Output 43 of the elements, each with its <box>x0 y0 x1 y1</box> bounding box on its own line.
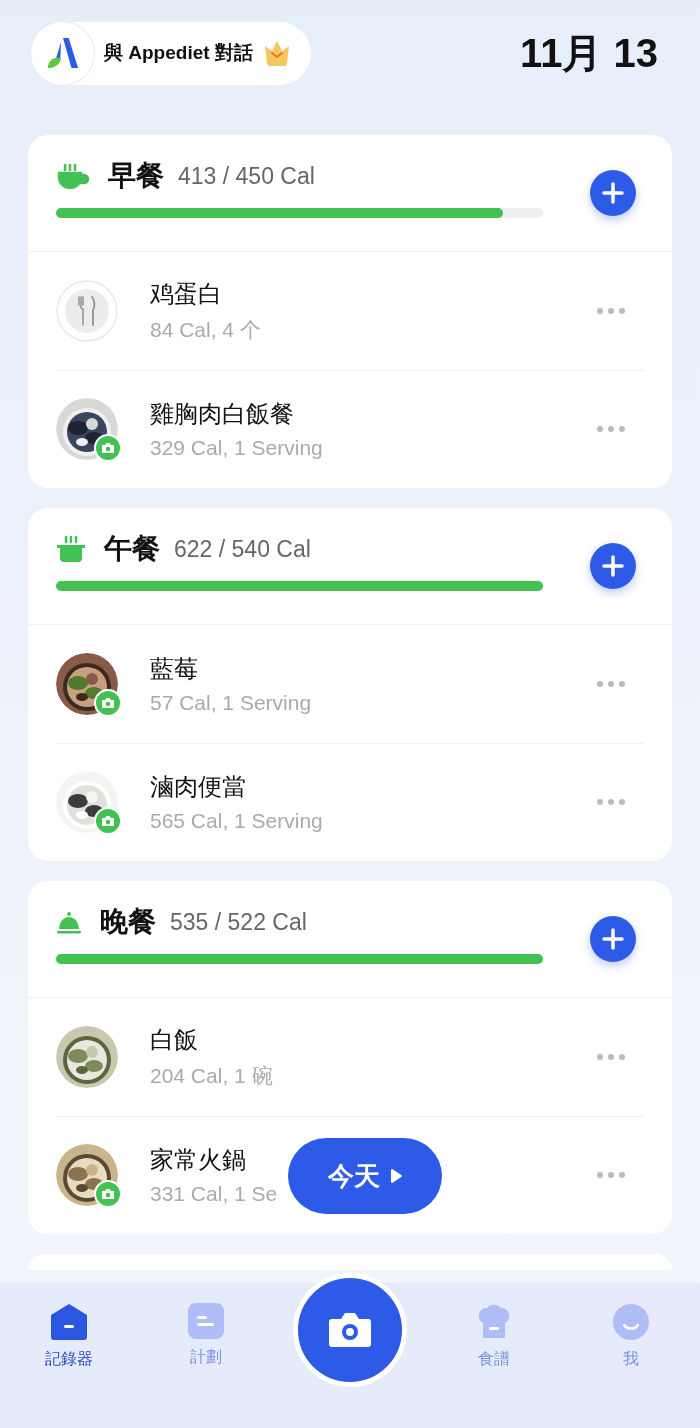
add-button[interactable] <box>590 170 636 216</box>
calorie-count: 535 / 522 Cal <box>170 908 307 936</box>
more-icon[interactable] <box>596 680 626 688</box>
more-icon[interactable] <box>596 1171 626 1179</box>
plus-icon <box>602 928 624 950</box>
food-calories: 331 Cal, 1 Se <box>150 1182 278 1206</box>
list-icon <box>188 1303 225 1339</box>
smiley-icon <box>612 1303 651 1341</box>
add-button[interactable] <box>590 916 636 962</box>
today-button[interactable]: 今天 <box>288 1138 442 1214</box>
app-logo <box>45 36 80 70</box>
calorie-count: 622 / 540 Cal <box>174 535 311 563</box>
food-name: 鸡蛋白 <box>150 279 223 309</box>
food-name: 藍莓 <box>150 654 199 684</box>
meal-title: 晚餐 <box>100 905 156 939</box>
nav-tab[interactable]: 記錄器 <box>0 1283 138 1428</box>
food-calories: 204 Cal, 1 碗 <box>150 1063 273 1089</box>
plus-icon <box>602 555 624 577</box>
more-icon[interactable] <box>596 798 626 806</box>
food-name: 滷肉便當 <box>150 772 247 802</box>
food-calories: 329 Cal, 1 Serving <box>150 436 323 460</box>
cloche-icon <box>56 910 82 934</box>
more-icon[interactable] <box>596 1053 626 1061</box>
pot-icon <box>56 535 86 563</box>
meal-title: 午餐 <box>104 532 160 566</box>
home-icon <box>49 1303 88 1341</box>
food-name: 雞胸肉白飯餐 <box>150 399 295 429</box>
cup-icon <box>56 163 90 189</box>
food-name: 白飯 <box>150 1025 199 1055</box>
chat-button[interactable]: 與 Appediet 對話 <box>31 21 311 85</box>
more-icon[interactable] <box>596 307 626 315</box>
plate-icon <box>56 280 118 342</box>
food-calories: 565 Cal, 1 Serving <box>150 809 323 833</box>
food-calories: 57 Cal, 1 Serving <box>150 691 312 715</box>
plus-icon <box>602 182 624 204</box>
play-icon <box>390 1169 402 1183</box>
calorie-count: 413 / 450 Cal <box>178 162 315 190</box>
date-label: 11月 13 <box>520 29 658 77</box>
food-calories: 84 Cal, 4 个 <box>150 317 261 343</box>
camera-icon <box>328 1311 372 1349</box>
meal-title: 早餐 <box>108 159 164 193</box>
add-button[interactable] <box>590 543 636 589</box>
more-icon[interactable] <box>596 425 626 433</box>
